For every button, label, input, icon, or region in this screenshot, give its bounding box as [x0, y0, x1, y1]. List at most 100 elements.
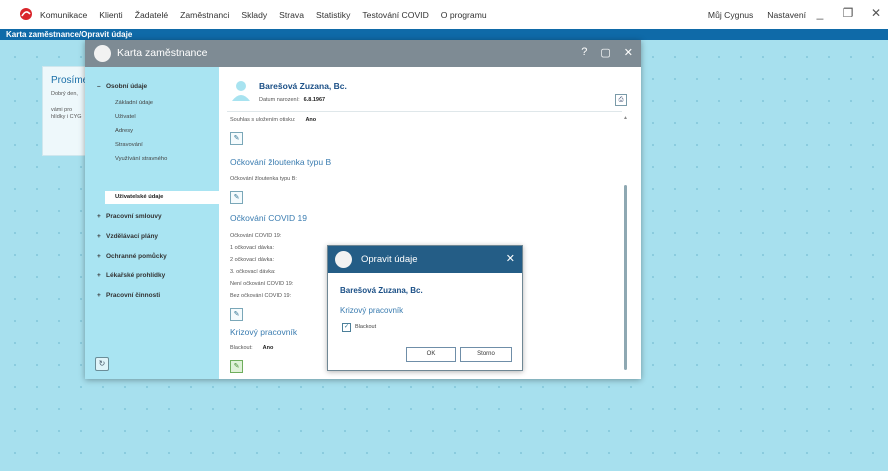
blackout-row: Blackout: Ano	[230, 345, 273, 351]
sidebar-group-vzdelavaci-plany[interactable]: + Vzdělávací plány	[97, 233, 158, 240]
employee-name: Barešová Zuzana, Bc.	[259, 81, 347, 91]
expand-icon: +	[97, 272, 101, 279]
section-covid-19: Očkování COVID 19	[230, 213, 308, 223]
sidebar: – Osobní údaje Základní údaje Uživatel Ad…	[85, 67, 219, 379]
app-icon	[94, 45, 111, 62]
avatar-icon	[232, 81, 250, 101]
edit-crisis-worker-button[interactable]: ✎	[230, 360, 243, 373]
divider	[227, 111, 622, 112]
blackout-checkbox-label[interactable]: Blackout	[355, 324, 376, 330]
date-of-birth: Datum narození: 6.8.1967	[259, 97, 325, 103]
edit-consent-button[interactable]: ✎	[230, 132, 243, 145]
blackout-label: Blackout:	[230, 345, 253, 351]
sidebar-item-uzivatelske-udaje[interactable]: Uživatelské údaje	[115, 194, 163, 200]
pencil-icon: ✎	[233, 135, 240, 142]
window-title-bar[interactable]: Karta zaměstnance ? ▢ ✕	[85, 40, 641, 67]
sidebar-group-label: Lékařské prohlídky	[106, 272, 166, 279]
covid-row: 2 očkovací dávka:	[230, 257, 275, 263]
sidebar-section-osobni-udaje[interactable]: – Osobní údaje	[97, 83, 147, 90]
notice-line: Dobrý den,	[51, 91, 78, 97]
scroll-up-icon[interactable]: ▲	[623, 115, 628, 121]
sidebar-group-label: Vzdělávací plány	[106, 233, 159, 240]
expand-icon: +	[97, 292, 101, 299]
collapse-icon: –	[97, 83, 101, 90]
consent-row: Souhlas s uložením otisku: Ano	[230, 117, 316, 123]
expand-icon: +	[97, 253, 101, 260]
close-icon[interactable]: ✕	[506, 252, 515, 265]
dob-value: 6.8.1967	[303, 97, 326, 103]
blackout-value: Ano	[262, 345, 274, 351]
dialog-employee-name: Barešová Zuzana, Bc.	[340, 286, 423, 295]
refresh-icon[interactable]: ↻	[95, 357, 109, 371]
section-crisis-worker: Krizový pracovník	[230, 327, 298, 337]
notice-line: vámi pro	[51, 107, 73, 113]
covid-row: Není očkování COVID 19:	[230, 281, 294, 287]
notice-title: Prosíme	[51, 75, 89, 86]
edit-covid-button[interactable]: ✎	[230, 308, 243, 321]
sidebar-item-zakladni-udaje[interactable]: Základní údaje	[115, 100, 153, 106]
help-icon[interactable]: ?	[581, 46, 587, 59]
expand-icon: +	[97, 213, 101, 220]
restore-icon[interactable]: ❐	[842, 6, 854, 20]
window-title: Karta zaměstnance	[117, 47, 208, 59]
top-menu-bar: Komunikace Klienti Žadatelé Zaměstnanci …	[0, 0, 888, 29]
user-menu: Můj Cygnus Nastavení	[708, 0, 806, 29]
dialog-app-icon	[335, 251, 352, 268]
dob-label: Datum narození:	[259, 97, 300, 103]
dialog-section-title: Krizový pracovník	[340, 306, 404, 315]
close-icon[interactable]: ✕	[870, 6, 882, 20]
consent-label: Souhlas s uložením otisku:	[230, 117, 296, 123]
sidebar-group-pracovni-cinnosti[interactable]: + Pracovní činnosti	[97, 292, 160, 299]
scrollbar[interactable]: ▲	[623, 115, 628, 373]
menu-item-testovani-covid[interactable]: Testování COVID	[362, 10, 428, 20]
sidebar-item-vyuzivani-stravneho[interactable]: Využívání stravného	[115, 156, 167, 162]
hepatitis-b-label: Očkování žloutenka typu B:	[230, 176, 297, 182]
sidebar-group-label: Ochranné pomůcky	[106, 253, 167, 260]
menu-item-o-programu[interactable]: O programu	[441, 10, 487, 20]
minimize-icon[interactable]: _	[814, 6, 826, 20]
scrollbar-thumb[interactable]	[624, 185, 627, 370]
menu-item-muj-cygnus[interactable]: Můj Cygnus	[708, 10, 753, 20]
breadcrumb: Karta zaměstnance/Opravit údaje	[6, 30, 133, 39]
sidebar-group-pracovni-smlouvy[interactable]: + Pracovní smlouvy	[97, 213, 162, 220]
print-icon[interactable]: ⎙	[615, 94, 627, 106]
menu-item-klienti[interactable]: Klienti	[99, 10, 122, 20]
sidebar-group-label: Pracovní smlouvy	[106, 213, 162, 220]
menu-item-komunikace[interactable]: Komunikace	[40, 10, 87, 20]
covid-row: Bez očkování COVID 19:	[230, 293, 292, 299]
sidebar-group-ochranne-pomucky[interactable]: + Ochranné pomůcky	[97, 253, 167, 260]
covid-row: 1 očkovací dávka:	[230, 245, 275, 251]
menu-item-nastaveni[interactable]: Nastavení	[767, 10, 806, 20]
app-window-controls: _ ❐ ✕	[814, 6, 882, 20]
edit-dialog: Opravit údaje ✕ Barešová Zuzana, Bc. Kri…	[327, 245, 523, 371]
covid-row: Očkování COVID 19:	[230, 233, 282, 239]
edit-hepatitis-button[interactable]: ✎	[230, 191, 243, 204]
dialog-title-bar[interactable]: Opravit údaje ✕	[328, 246, 522, 273]
cancel-button[interactable]: Storno	[460, 347, 512, 362]
covid-row: 3. očkovací dávka:	[230, 269, 276, 275]
cygnus-logo-icon	[20, 8, 32, 20]
ok-button[interactable]: OK	[406, 347, 456, 362]
notice-line: hlídky i CYG	[51, 114, 82, 120]
menu-item-strava[interactable]: Strava	[279, 10, 304, 20]
menu-item-zadatele[interactable]: Žadatelé	[135, 10, 168, 20]
breadcrumb-bar	[0, 29, 888, 40]
main-menu: Komunikace Klienti Žadatelé Zaměstnanci …	[40, 0, 487, 29]
pencil-icon: ✎	[233, 363, 240, 370]
menu-item-zamestnanci[interactable]: Zaměstnanci	[180, 10, 229, 20]
sidebar-item-uzivatel[interactable]: Uživatel	[115, 114, 136, 120]
sidebar-item-adresy[interactable]: Adresy	[115, 128, 133, 134]
blackout-checkbox[interactable]: ✓	[342, 323, 351, 332]
pencil-icon: ✎	[233, 194, 240, 201]
close-icon[interactable]: ✕	[624, 46, 633, 59]
maximize-icon[interactable]: ▢	[600, 46, 610, 59]
menu-item-sklady[interactable]: Sklady	[241, 10, 267, 20]
section-hepatitis-b: Očkování žloutenka typu B	[230, 157, 332, 167]
dialog-title: Opravit údaje	[361, 254, 418, 265]
pencil-icon: ✎	[233, 311, 240, 318]
sidebar-item-stravovani[interactable]: Stravování	[115, 142, 143, 148]
sidebar-group-lekarske-prohlidky[interactable]: + Lékařské prohlídky	[97, 272, 165, 279]
sidebar-group-label: Pracovní činnosti	[106, 292, 161, 299]
sidebar-section-label: Osobní údaje	[106, 83, 148, 90]
menu-item-statistiky[interactable]: Statistiky	[316, 10, 350, 20]
